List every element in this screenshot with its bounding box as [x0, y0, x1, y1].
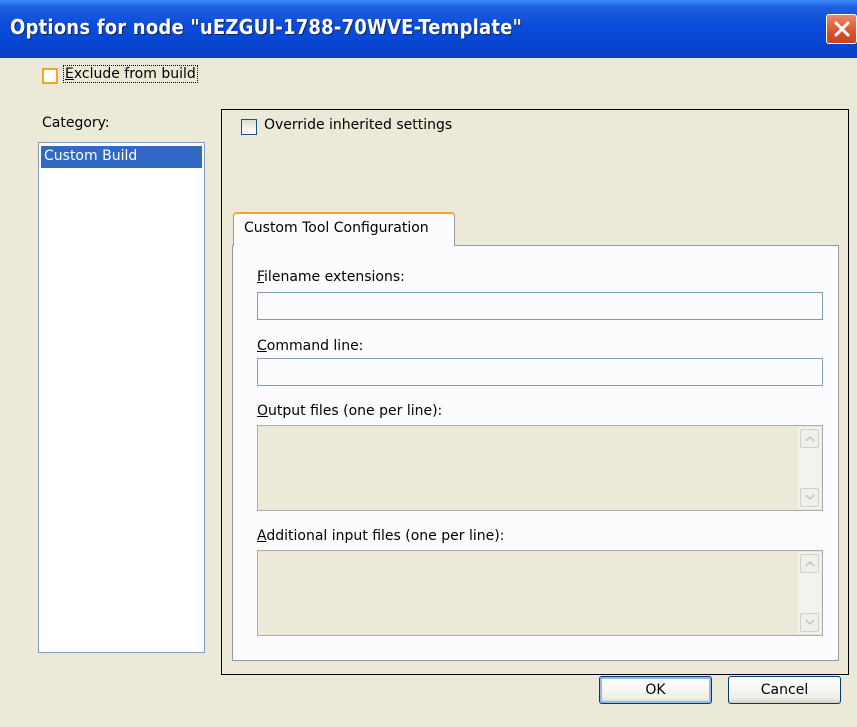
category-list[interactable]: Custom Build	[38, 142, 205, 653]
scroll-up-button[interactable]	[800, 554, 819, 573]
additional-input-files-label: Additional input files (one per line):	[257, 528, 505, 544]
exclude-from-build-label[interactable]: Exclude from build	[63, 65, 198, 83]
tab-custom-tool-configuration[interactable]: Custom Tool Configuration	[233, 212, 455, 246]
scroll-down-button[interactable]	[800, 613, 819, 632]
close-button[interactable]	[826, 14, 857, 44]
chevron-down-icon	[805, 494, 815, 501]
override-inherited-label[interactable]: Override inherited settings	[264, 117, 452, 133]
chevron-up-icon	[805, 435, 815, 442]
output-files-label: Output files (one per line):	[257, 403, 443, 419]
close-icon	[834, 21, 850, 37]
options-dialog: Options for node "uEZGUI-1788-70WVE-Temp…	[0, 0, 857, 727]
output-files-scrollbar[interactable]	[798, 427, 821, 509]
additional-input-files-textarea[interactable]	[257, 550, 823, 636]
category-label: Category:	[42, 115, 110, 131]
filename-extensions-input[interactable]	[257, 292, 823, 320]
command-line-input[interactable]	[257, 358, 823, 386]
window-title: Options for node "uEZGUI-1788-70WVE-Temp…	[10, 15, 523, 39]
scroll-up-button[interactable]	[800, 429, 819, 448]
chevron-up-icon	[805, 560, 815, 567]
additional-inputs-scrollbar[interactable]	[798, 552, 821, 634]
chevron-down-icon	[805, 619, 815, 626]
exclude-from-build-checkbox[interactable]	[42, 68, 58, 84]
filename-extensions-label: Filename extensions:	[257, 269, 405, 285]
command-line-label: Command line:	[257, 338, 364, 354]
scroll-down-button[interactable]	[800, 488, 819, 507]
cancel-button[interactable]: Cancel	[728, 676, 841, 704]
ok-button[interactable]: OK	[599, 676, 712, 704]
output-files-textarea[interactable]	[257, 425, 823, 511]
category-item-custom-build[interactable]: Custom Build	[41, 146, 202, 168]
override-inherited-checkbox[interactable]	[241, 119, 257, 135]
title-bar: Options for node "uEZGUI-1788-70WVE-Temp…	[0, 0, 857, 58]
